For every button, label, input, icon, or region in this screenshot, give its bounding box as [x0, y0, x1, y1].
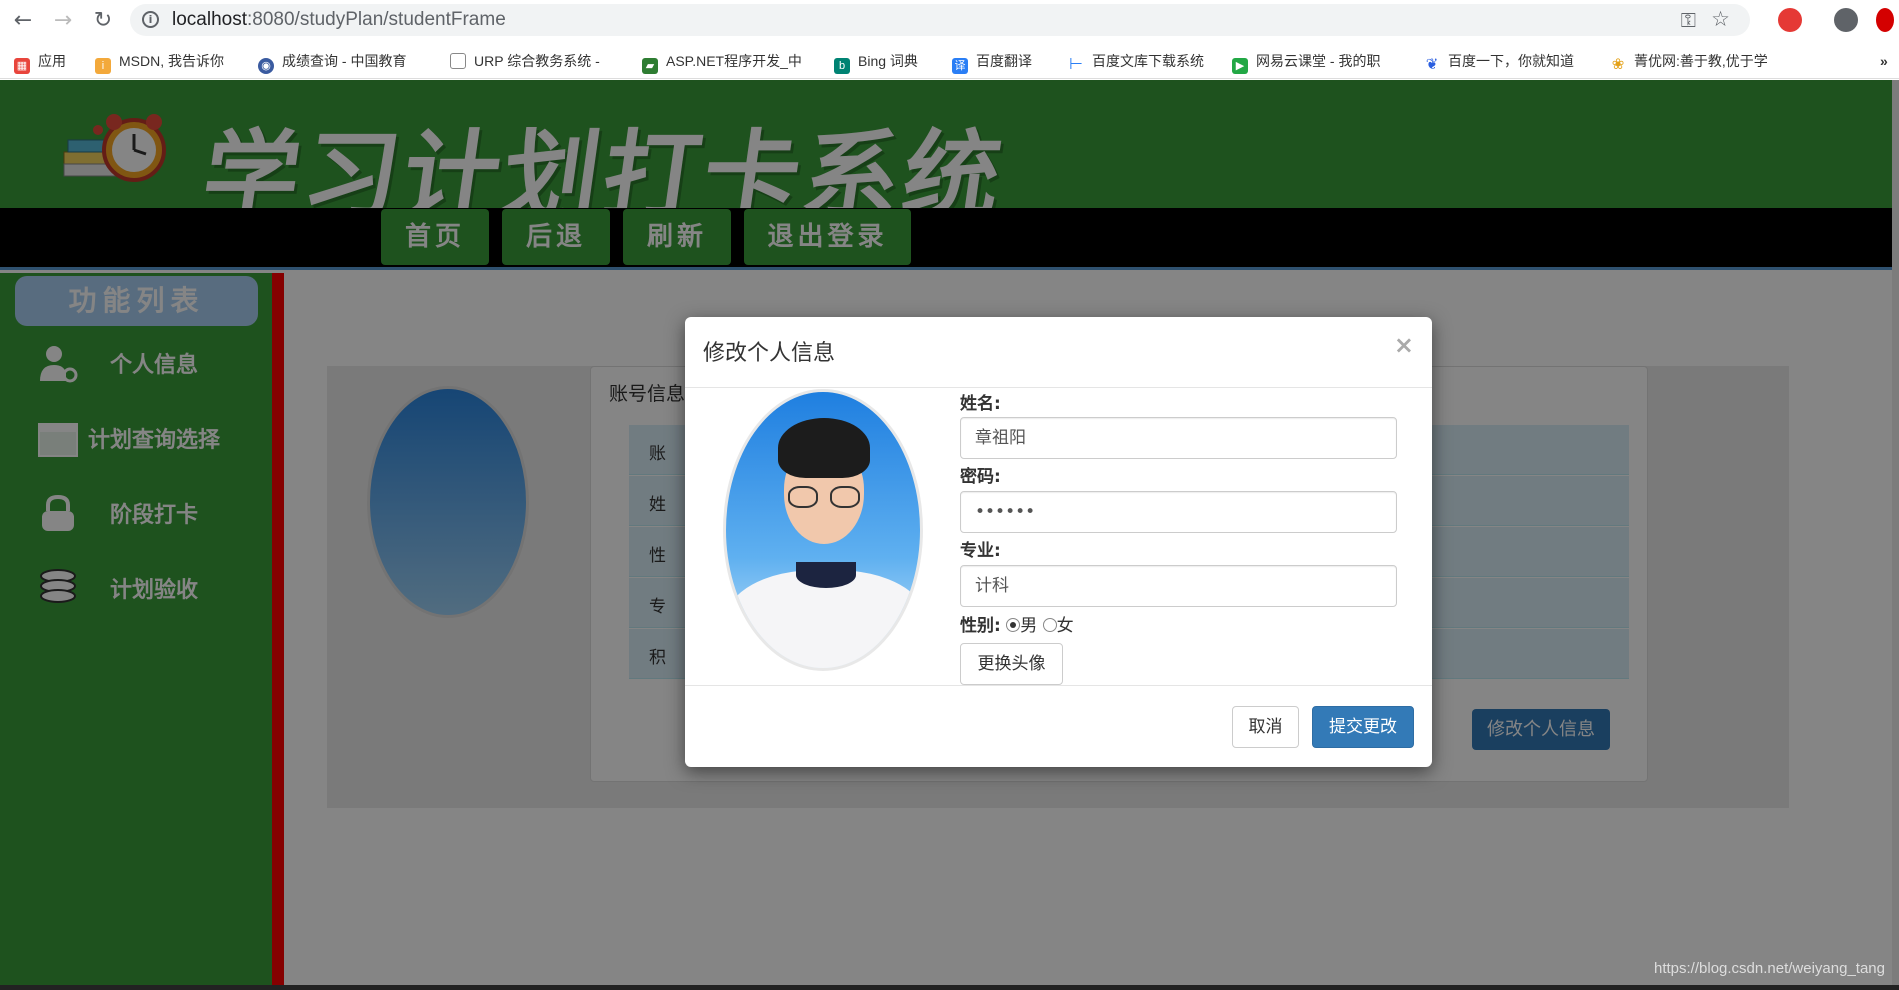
cancel-button[interactable]: 取消	[1232, 706, 1299, 748]
page-icon	[450, 53, 466, 69]
account-icon[interactable]	[1834, 8, 1858, 32]
password-input[interactable]: ••••••	[960, 491, 1397, 533]
bookmark-baidu-translate[interactable]: 译百度翻译	[952, 50, 1032, 74]
bookmark-wenku[interactable]: ⊢ 百度文库下载系统	[1068, 50, 1204, 73]
bing-icon: b	[834, 58, 850, 74]
gender-male-label: 男	[1020, 616, 1038, 636]
key-icon[interactable]: ⚿	[1681, 8, 1696, 32]
name-label: 姓名:	[960, 394, 1001, 414]
bookmarks-more[interactable]: »	[1880, 50, 1888, 72]
watermark: https://blog.csdn.net/weiyang_tang	[1654, 960, 1885, 977]
wenku-icon: ⊢	[1068, 56, 1084, 73]
address-url: localhost:8080/studyPlan/studentFrame	[172, 9, 506, 30]
browser-toolbar: ← → ↻ i localhost:8080/studyPlan/student…	[0, 0, 1899, 41]
bookmarks-bar: ▦ 应用 i MSDN, 我告诉你 ◉ 成绩查询 - 中国教育 URP 综合教务系统 …	[0, 41, 1899, 79]
modal-header-divider	[685, 387, 1432, 388]
taskbar-strip	[0, 985, 1899, 990]
gender-label: 性别:	[960, 616, 1001, 636]
reload-icon[interactable]: ↻	[90, 8, 116, 34]
apps-grid-icon: ▦	[14, 58, 30, 74]
forward-arrow-icon[interactable]: →	[50, 8, 76, 34]
bookmark-urp[interactable]: URP 综合教务系统 -	[450, 50, 600, 72]
gender-male-radio[interactable]	[1006, 618, 1021, 632]
close-icon[interactable]: ×	[1394, 331, 1414, 359]
back-arrow-icon[interactable]: ←	[10, 8, 36, 34]
extension-alert-icon[interactable]	[1876, 8, 1894, 32]
netease-icon: ▶	[1232, 58, 1248, 74]
bookmark-jyeoo[interactable]: ❀ 菁优网:善于教,优于学	[1610, 50, 1768, 73]
modal-title: 修改个人信息	[703, 341, 836, 366]
bookmark-aspnet[interactable]: ▰ ASP.NET程序开发_中	[642, 50, 802, 74]
major-label: 专业:	[960, 541, 1001, 561]
bookmark-apps[interactable]: ▦ 应用	[14, 50, 66, 74]
edit-profile-modal: 修改个人信息 × 姓名: 章祖阳 密码: •••••• 专业: 计科 性别: 男…	[685, 317, 1432, 767]
bookmark-baidu[interactable]: ❦ 百度一下，你就知道	[1424, 50, 1574, 73]
gender-female-label: 女	[1056, 616, 1074, 636]
bookmark-bing[interactable]: b Bing 词典	[834, 50, 918, 74]
star-icon[interactable]: ☆	[1711, 7, 1730, 31]
extension-icon[interactable]	[1778, 8, 1802, 32]
gender-field: 性别: 男 女	[960, 611, 1074, 636]
modal-footer-divider	[685, 685, 1432, 686]
bookmark-msdn[interactable]: i MSDN, 我告诉你	[95, 50, 224, 74]
major-input[interactable]: 计科	[960, 565, 1397, 607]
bookmark-netease[interactable]: ▶ 网易云课堂 - 我的职	[1232, 50, 1380, 74]
bookmark-score[interactable]: ◉ 成绩查询 - 中国教育	[258, 50, 406, 74]
site-info-icon[interactable]: i	[142, 11, 159, 28]
address-bar[interactable]: i localhost:8080/studyPlan/studentFrame …	[130, 4, 1750, 36]
password-label: 密码:	[960, 467, 1001, 487]
modal-avatar	[723, 389, 923, 671]
jyeoo-icon: ❀	[1610, 56, 1626, 73]
name-input[interactable]: 章祖阳	[960, 417, 1397, 459]
book-icon: ▰	[642, 58, 658, 74]
submit-button[interactable]: 提交更改	[1312, 706, 1414, 748]
translate-icon: 译	[952, 58, 968, 74]
msdn-icon: i	[95, 58, 111, 74]
change-avatar-button[interactable]: 更换头像	[960, 643, 1063, 685]
gender-female-radio[interactable]	[1042, 618, 1057, 632]
baidu-paw-icon: ❦	[1424, 56, 1440, 73]
edu-icon: ◉	[258, 58, 274, 74]
